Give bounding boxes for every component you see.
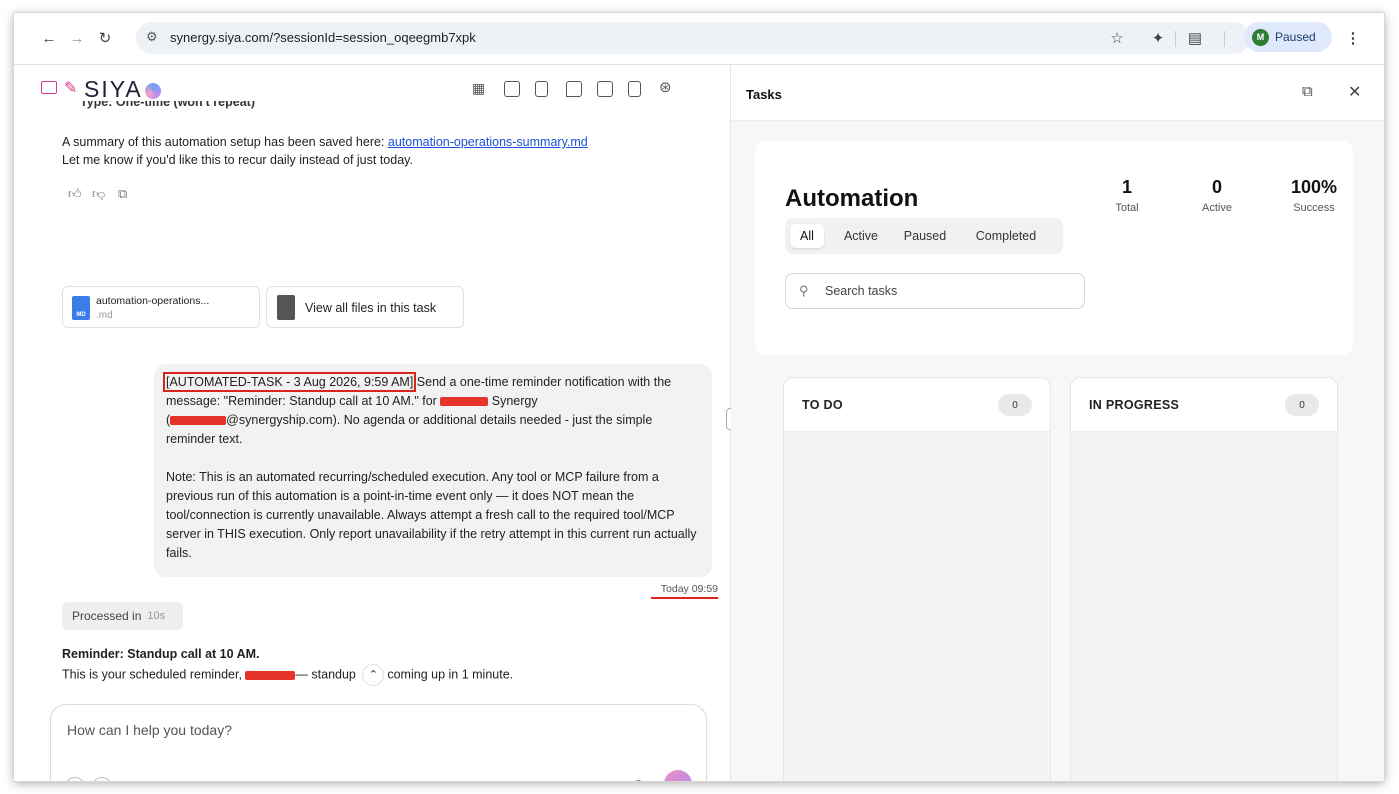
attach-icon[interactable]: ⌀ xyxy=(65,777,85,781)
stat-total-label: Total xyxy=(1115,202,1139,214)
filter-active[interactable]: Active xyxy=(835,224,887,248)
chat-pane: ✎ SIYA ▦ ⊛ Type: One-time (won't repeat)… xyxy=(14,65,730,781)
thumbs-down-icon[interactable]: 👎︎ xyxy=(92,185,105,203)
message-line-3: (@synergyship.com). No agenda or additio… xyxy=(166,413,653,427)
automated-task-tag: [AUTOMATED-TASK - 3 Aug 2026, 9:59 AM] xyxy=(162,372,417,392)
stat-active-label: Active xyxy=(1202,202,1232,214)
processed-badge[interactable]: Processed in 10s xyxy=(62,602,183,630)
reply-title: Reminder: Standup call at 10 AM. xyxy=(62,647,260,661)
processed-time: 10s xyxy=(147,610,166,622)
new-chat-icon[interactable]: ✎ xyxy=(64,78,77,98)
view-all-files-label: View all files in this task xyxy=(305,301,437,315)
close-icon[interactable]: ✕ xyxy=(1348,82,1361,102)
notes-icon[interactable] xyxy=(628,81,641,97)
automation-title: Automation xyxy=(785,185,919,212)
reply-text: This is your scheduled reminder, — stand… xyxy=(62,664,702,686)
stat-total-value: 1 xyxy=(1121,177,1132,197)
document-icon[interactable] xyxy=(535,81,548,97)
search-tasks-input[interactable]: ⚲ Search tasks xyxy=(785,273,1085,309)
address-bar[interactable]: ⚙ synergy.siya.com/?sessionId=session_oq… xyxy=(136,22,1250,54)
settings-sliders-icon[interactable]: ≡ xyxy=(92,777,112,781)
automation-card: Automation 1 Total 0 Active 100% Success… xyxy=(755,141,1353,355)
view-all-files-button[interactable]: View all files in this task xyxy=(266,286,464,328)
reading-mode-icon[interactable]: ▤ xyxy=(1184,27,1206,49)
message-icon[interactable] xyxy=(566,81,582,97)
file-name: automation-operations... xyxy=(96,295,210,307)
extensions-icon[interactable]: ✦ xyxy=(1147,27,1169,49)
partial-message-line: Type: One-time (won't repeat) xyxy=(80,101,255,109)
column-title: TO DO xyxy=(802,398,843,412)
message-composer[interactable]: How can I help you today? ⌀ ≡ 🎙︎ ↑ xyxy=(50,704,707,781)
column-title: IN PROGRESS xyxy=(1089,398,1180,412)
stat-success-value: 100% xyxy=(1290,177,1338,197)
folder-icon[interactable] xyxy=(504,81,520,97)
back-icon[interactable]: ← xyxy=(38,27,60,49)
profile-status: Paused xyxy=(1275,30,1316,44)
composer-input[interactable]: How can I help you today? xyxy=(67,722,232,738)
scroll-up-icon[interactable]: ⌃ xyxy=(362,664,385,686)
column-count-badge: 0 xyxy=(998,394,1032,416)
file-ext: .md xyxy=(96,310,113,321)
processed-label: Processed in xyxy=(72,609,142,623)
column-count-badge: 0 xyxy=(1285,394,1319,416)
site-settings-icon[interactable]: ⚙ xyxy=(146,29,158,45)
arrow-up-icon: ↑ xyxy=(675,776,682,781)
sidebar-toggle-icon[interactable] xyxy=(41,81,57,94)
column-header: IN PROGRESS 0 xyxy=(1071,378,1337,432)
message-timestamp: Today 09:59 xyxy=(651,583,718,599)
reload-icon[interactable]: ↻ xyxy=(94,27,116,49)
browser-window: ← → ↻ ⚙ synergy.siya.com/?sessionId=sess… xyxy=(14,13,1384,781)
user-message-bubble: [AUTOMATED-TASK - 3 Aug 2026, 9:59 AM] S… xyxy=(154,364,712,577)
message-line-1: [AUTOMATED-TASK - 3 Aug 2026, 9:59 AM] S… xyxy=(162,372,672,392)
tasks-header: Tasks ⧉ ✕ xyxy=(731,65,1384,121)
brain-icon[interactable]: ⊛ xyxy=(659,78,672,96)
browser-toolbar: ← → ↻ ⚙ synergy.siya.com/?sessionId=sess… xyxy=(14,13,1384,65)
forward-icon[interactable]: → xyxy=(66,27,88,49)
siya-logo: SIYA xyxy=(84,76,161,103)
redacted-name xyxy=(440,397,489,407)
summary-file-link[interactable]: automation-operations-summary.md xyxy=(388,135,588,149)
browser-menu-icon[interactable]: ⋮ xyxy=(1342,27,1364,49)
message-note: Note: This is an automated recurring/sch… xyxy=(166,470,697,560)
apps-grid-icon[interactable]: ▦ xyxy=(472,80,485,97)
copy-icon[interactable]: ⧉ xyxy=(118,185,127,203)
profile-button[interactable]: M Paused xyxy=(1244,22,1332,52)
column-header: TO DO 0 xyxy=(784,378,1050,432)
summary-line: A summary of this automation setup has b… xyxy=(62,135,588,149)
file-card[interactable]: MD automation-operations... .md xyxy=(62,286,260,328)
search-icon: ⚲ xyxy=(799,283,809,298)
file-icon xyxy=(277,295,295,320)
column-todo: TO DO 0 xyxy=(783,377,1051,781)
filter-paused[interactable]: Paused xyxy=(897,224,953,248)
tasks-panel-title: Tasks xyxy=(746,87,782,102)
md-file-icon: MD xyxy=(72,296,90,320)
redacted-email xyxy=(170,416,227,426)
send-button[interactable]: ↑ xyxy=(664,770,692,781)
recur-line: Let me know if you'd like this to recur … xyxy=(62,153,413,167)
search-placeholder: Search tasks xyxy=(825,284,898,298)
toolbar-divider xyxy=(1224,31,1225,47)
avatar: M xyxy=(1252,28,1269,46)
status-filter-tabs: All Active Paused Completed xyxy=(785,218,1063,254)
thumbs-up-icon[interactable]: 👍︎ xyxy=(68,185,82,203)
microphone-icon[interactable]: 🎙︎ xyxy=(630,779,648,781)
filter-completed[interactable]: Completed xyxy=(963,224,1049,248)
message-line-2: message: "Reminder: Standup call at 10 A… xyxy=(166,394,538,408)
assistant-message: A summary of this automation setup has b… xyxy=(62,133,702,169)
message-line-4: reminder text. xyxy=(166,432,243,446)
redacted-name xyxy=(245,670,296,680)
url-text[interactable]: synergy.siya.com/?sessionId=session_oqee… xyxy=(170,30,476,45)
stat-active-value: 0 xyxy=(1211,177,1222,197)
assistant-reply: Reminder: Standup call at 10 AM. This is… xyxy=(62,645,702,686)
column-in-progress: IN PROGRESS 0 xyxy=(1070,377,1338,781)
logo-mark-icon xyxy=(144,83,161,99)
stat-success-label: Success xyxy=(1293,202,1335,214)
open-external-icon[interactable]: ⧉ xyxy=(1302,83,1313,100)
filter-all[interactable]: All xyxy=(790,224,824,248)
toolbar-divider xyxy=(1175,31,1176,47)
tasks-pane: Tasks ⧉ ✕ Automation 1 Total 0 Active 10… xyxy=(731,65,1384,781)
bookmark-star-icon[interactable]: ☆ xyxy=(1106,27,1128,49)
checklist-icon[interactable] xyxy=(597,81,613,97)
